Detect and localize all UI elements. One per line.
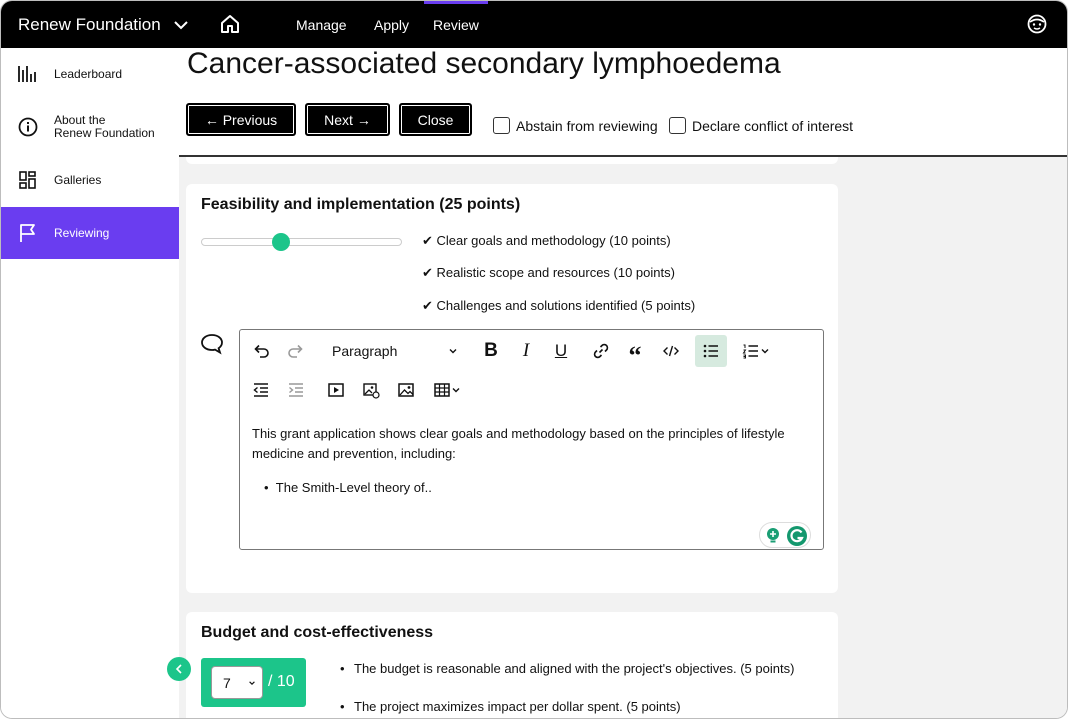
sidebar-item-reviewing[interactable]: Reviewing — [1, 207, 179, 259]
image-edit-icon — [363, 383, 380, 399]
rich-text-editor[interactable]: Paragraph B I U “ This grant application… — [239, 329, 824, 550]
bar-chart-icon — [17, 63, 39, 85]
sidebar: Leaderboard About the Renew Foundation G… — [1, 48, 179, 718]
collapse-sidebar-button[interactable] — [167, 657, 191, 681]
org-name: Renew Foundation — [18, 14, 161, 34]
home-icon[interactable] — [219, 13, 241, 35]
info-icon — [17, 116, 39, 138]
chevron-down-icon — [452, 388, 460, 393]
bold-icon: B — [484, 340, 498, 361]
chevron-down-icon — [249, 681, 255, 685]
nav-manage[interactable]: Manage — [296, 1, 347, 48]
section-title: Budget and cost-effectiveness — [201, 624, 434, 641]
next-button[interactable]: Next → — [305, 103, 390, 136]
sidebar-item-label: Galleries — [54, 172, 102, 187]
previous-card — [186, 157, 838, 164]
previous-button[interactable]: ← Previous — [186, 103, 296, 136]
user-avatar-icon[interactable] — [1027, 14, 1047, 34]
editor-list-item-text: The Smith-Level theory of.. — [275, 480, 432, 495]
checkbox-box[interactable] — [669, 117, 686, 134]
quote-icon: “ — [628, 341, 642, 370]
feasibility-card: Feasibility and implementation (25 point… — [186, 184, 838, 593]
undo-button[interactable] — [248, 338, 274, 364]
underline-button[interactable]: U — [548, 338, 574, 364]
link-button[interactable] — [588, 338, 614, 364]
video-icon — [328, 383, 344, 397]
bullet-dot: • — [264, 480, 276, 495]
indent-icon — [289, 383, 303, 397]
section-title: Feasibility and implementation (25 point… — [201, 196, 521, 213]
insert-table-button[interactable] — [427, 377, 467, 403]
chevron-down-icon — [761, 349, 769, 354]
nav-review[interactable]: Review — [424, 1, 488, 48]
indent-button[interactable] — [283, 377, 309, 403]
criterion: ✔ Challenges and solutions identified (5… — [422, 298, 696, 313]
sidebar-item-label: About the Renew Foundation — [54, 113, 155, 140]
chevron-left-icon — [175, 664, 182, 674]
sidebar-item-label: Leaderboard — [54, 66, 123, 81]
image-icon — [398, 383, 414, 397]
link-icon — [593, 343, 609, 359]
grammarly-widget[interactable] — [759, 522, 811, 548]
app-window: Renew Foundation Manage Apply Review Lea… — [0, 0, 1068, 719]
redo-icon — [288, 344, 303, 358]
org-switcher[interactable]: Renew Foundation — [18, 1, 189, 48]
sidebar-item-leaderboard[interactable]: Leaderboard — [1, 48, 179, 100]
blockquote-button[interactable]: “ — [622, 338, 648, 370]
abstain-checkbox[interactable]: Abstain from reviewing — [493, 117, 658, 134]
budget-card: Budget and cost-effectiveness 7 / 10 The… — [186, 612, 838, 718]
underline-icon: U — [554, 341, 568, 360]
insert-media-button[interactable] — [323, 377, 349, 403]
dashboard-icon — [17, 169, 39, 191]
outdent-icon — [253, 383, 268, 397]
score-select[interactable]: 7 — [211, 666, 263, 699]
comment-icon — [201, 334, 223, 355]
score-value: 7 — [223, 674, 231, 691]
block-format-select[interactable]: Paragraph — [332, 338, 462, 364]
criterion: ✔ Realistic scope and resources (10 poin… — [422, 265, 675, 280]
code-icon — [663, 345, 679, 357]
nav-apply[interactable]: Apply — [374, 1, 409, 48]
bold-button[interactable]: B — [478, 338, 504, 364]
insert-image-button[interactable] — [393, 377, 419, 403]
flag-icon — [17, 222, 39, 244]
close-button[interactable]: Close — [399, 103, 472, 136]
criterion: The budget is reasonable and aligned wit… — [340, 659, 824, 678]
sidebar-item-about[interactable]: About the Renew Foundation — [1, 100, 179, 154]
block-format-value: Paragraph — [332, 343, 398, 359]
numbered-list-icon — [742, 344, 758, 359]
code-button[interactable] — [658, 338, 684, 364]
grammarly-icon — [787, 526, 807, 546]
score-slider-track[interactable] — [201, 238, 402, 246]
score-slider-thumb[interactable] — [272, 233, 291, 251]
italic-icon: I — [522, 340, 530, 361]
numbered-list-button[interactable] — [736, 338, 776, 364]
bullet-list-icon — [703, 344, 718, 358]
chevron-down-icon — [174, 20, 188, 29]
page-title: Cancer-associated secondary lymphoedema — [187, 47, 781, 80]
chevron-down-icon — [449, 349, 457, 354]
table-icon — [434, 383, 450, 397]
editor-paragraph[interactable]: This grant application shows clear goals… — [252, 424, 802, 464]
score-total: / 10 — [268, 673, 295, 690]
review-content[interactable]: Feasibility and implementation (25 point… — [179, 157, 1067, 718]
criterion: ✔ Clear goals and methodology (10 points… — [422, 233, 671, 248]
undo-icon — [254, 344, 269, 358]
lightbulb-icon — [767, 528, 779, 543]
criterion: The project maximizes impact per dollar … — [340, 697, 824, 716]
top-bar: Renew Foundation Manage Apply Review — [1, 1, 1067, 48]
redo-button[interactable] — [283, 338, 309, 364]
outdent-button[interactable] — [248, 377, 274, 403]
italic-button[interactable]: I — [513, 338, 539, 364]
checkbox-box[interactable] — [493, 117, 510, 134]
conflict-checkbox[interactable]: Declare conflict of interest — [669, 117, 853, 134]
checkbox-label: Abstain from reviewing — [516, 117, 658, 134]
image-edit-button[interactable] — [358, 377, 384, 403]
checkbox-label: Declare conflict of interest — [692, 117, 854, 134]
sidebar-item-label: Reviewing — [54, 225, 110, 240]
bullet-list-button[interactable] — [695, 335, 727, 367]
score-panel: 7 / 10 — [201, 658, 306, 707]
editor-list-item[interactable]: • The Smith-Level theory of.. — [264, 480, 432, 495]
sidebar-item-galleries[interactable]: Galleries — [1, 154, 179, 206]
